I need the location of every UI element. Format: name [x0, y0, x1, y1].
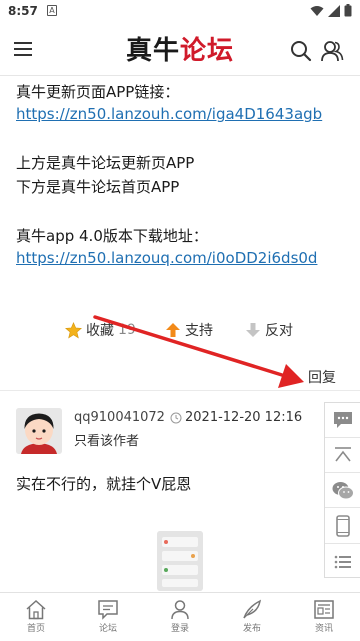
screen: 8:57 A 真牛论坛 真牛更新页面APP链接： https://zn50.la… [0, 0, 360, 641]
post-link-download[interactable]: https://zn50.lanzouq.com/i0oDD2i6ds0d [16, 249, 317, 267]
nav-login[interactable]: 登录 [144, 597, 216, 641]
news-icon [314, 600, 334, 619]
signal-icon [328, 4, 340, 17]
cartoon-avatar-icon [16, 408, 62, 454]
notification-badge: A [47, 5, 57, 16]
wifi-icon [310, 5, 324, 16]
comment-time: 2021-12-20 12:16 [170, 410, 302, 425]
support-button[interactable]: 支持 [165, 320, 213, 340]
comment-username[interactable]: qq910041072 [74, 410, 165, 425]
star-icon [65, 321, 82, 338]
search-button[interactable] [290, 40, 312, 62]
wechat-icon [332, 481, 354, 499]
status-time: 8:57 [8, 4, 38, 18]
oppose-label: 反对 [265, 323, 293, 339]
avatar[interactable] [16, 408, 62, 454]
nav-publish-label: 发布 [242, 624, 261, 634]
favorite-label: 收藏 [86, 323, 114, 339]
side-list-button[interactable] [325, 544, 360, 579]
home-icon [26, 599, 46, 620]
post-line: 真牛更新页面APP链接： [16, 83, 180, 101]
app-header: 真牛论坛 [0, 24, 360, 76]
post-content-area: 真牛更新页面APP链接： https://zn50.lanzouh.com/ig… [0, 77, 360, 591]
nav-forum[interactable]: 论坛 [72, 597, 144, 641]
side-chat-button[interactable] [325, 403, 360, 438]
oppose-button[interactable]: 反对 [245, 320, 293, 340]
clock-icon [170, 412, 182, 423]
post-line: 上方是真牛论坛更新页APP [16, 154, 195, 172]
favorite-count: 19 [118, 322, 136, 338]
floating-side-toolbar [324, 402, 360, 578]
status-bar: 8:57 A [0, 0, 360, 24]
support-label: 支持 [185, 323, 213, 339]
comment-text: 实在不行的，就挂个V屁恩 [16, 475, 192, 493]
arrow-down-icon [246, 323, 260, 337]
users-icon [321, 41, 344, 62]
reply-button[interactable]: 回复 [308, 367, 336, 387]
back-to-top-icon [335, 447, 351, 462]
battery-icon [344, 4, 352, 17]
phone-icon [336, 514, 350, 537]
logo-text-accent: 论坛 [180, 36, 235, 66]
post-actions: 收藏 19 支持 反对 [0, 320, 360, 344]
comment-image-thumbnail[interactable] [157, 531, 203, 591]
nav-login-label: 登录 [170, 624, 189, 634]
bottom-navigation: 首页 论坛 登录 发布 资讯 [0, 592, 360, 641]
nav-news[interactable]: 资讯 [288, 597, 360, 641]
nav-home[interactable]: 首页 [0, 597, 72, 641]
status-icons [310, 4, 352, 17]
list-icon [334, 555, 351, 568]
nav-home-label: 首页 [26, 624, 45, 634]
wechat-share-button[interactable] [325, 473, 360, 508]
forum-icon [98, 600, 118, 620]
nav-news-label: 资讯 [314, 624, 333, 634]
arrow-up-icon [166, 323, 180, 337]
search-icon [291, 41, 312, 62]
post-line: 下方是真牛论坛首页APP [16, 178, 180, 196]
comment-time-text: 2021-12-20 12:16 [185, 410, 303, 425]
feather-icon [243, 599, 262, 619]
nav-publish[interactable]: 发布 [216, 597, 288, 641]
user-icon [171, 600, 189, 620]
account-button[interactable] [320, 39, 344, 63]
post-link-update[interactable]: https://zn50.lanzouh.com/iga4D1643agb [16, 105, 322, 123]
screenshot-thumbnail-icon [157, 531, 203, 591]
post-line: 真牛app 4.0版本下载地址： [16, 227, 208, 245]
nav-forum-label: 论坛 [98, 624, 117, 634]
favorite-button[interactable]: 收藏 19 [65, 320, 136, 340]
mobile-version-button[interactable] [325, 508, 360, 544]
divider [0, 390, 360, 391]
logo-text-primary: 真牛 [125, 36, 180, 66]
chat-icon [334, 412, 352, 428]
only-author-link[interactable]: 只看该作者 [74, 430, 139, 449]
back-to-top-button[interactable] [325, 438, 360, 473]
